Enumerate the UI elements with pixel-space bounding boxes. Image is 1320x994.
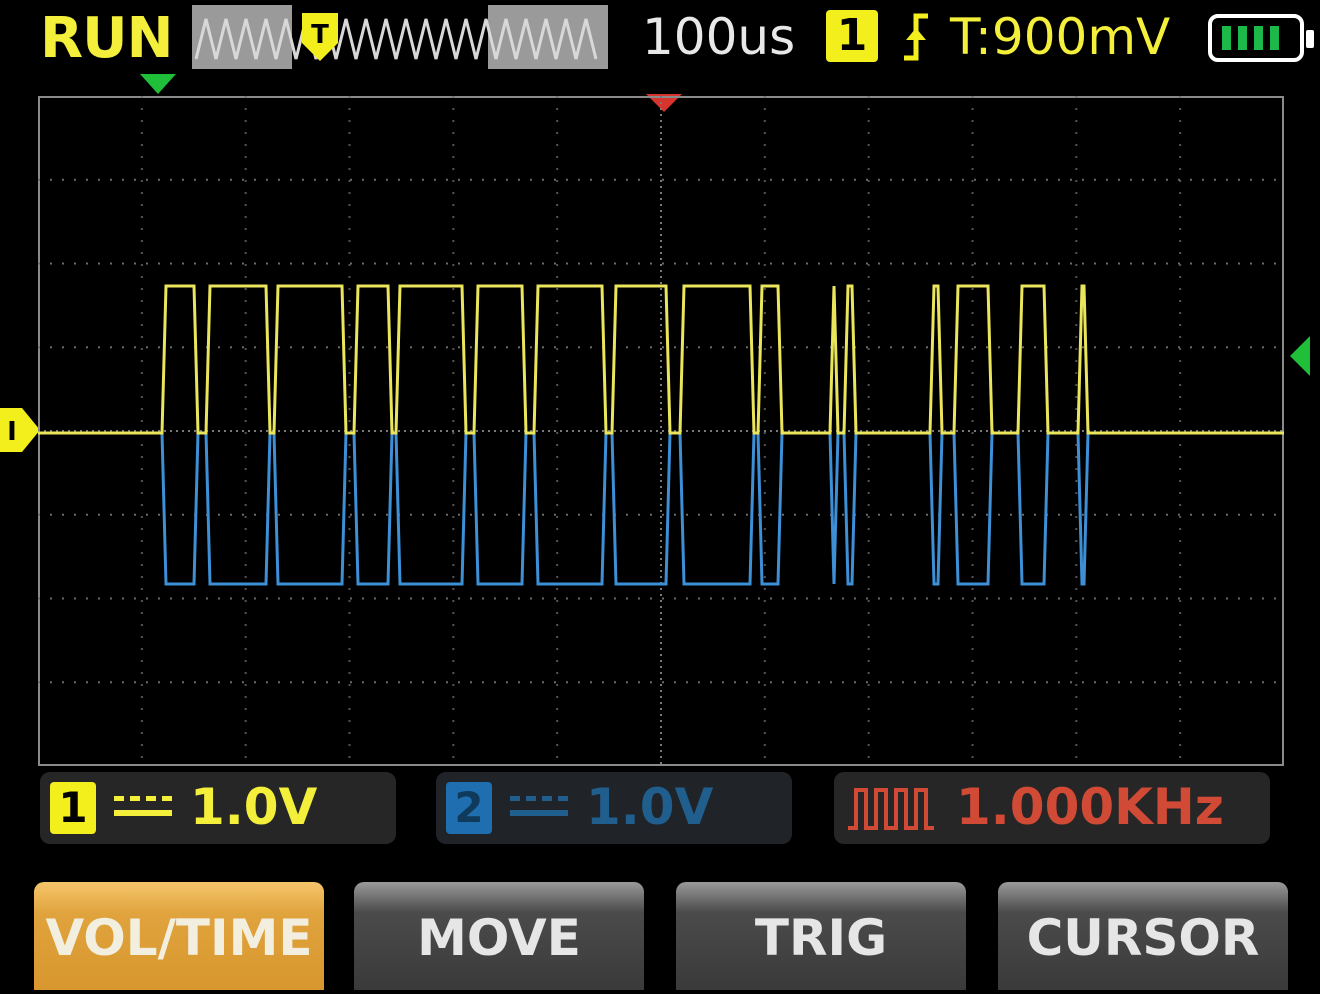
horizontal-position-marker[interactable] (140, 74, 176, 96)
frequency-value: 1.000KHz (956, 778, 1224, 836)
frequency-status[interactable]: 1.000KHz (834, 772, 1270, 844)
ch2-status[interactable]: 2 1.0V (436, 772, 792, 844)
square-wave-icon (848, 788, 934, 830)
ch1-status[interactable]: 1 1.0V (40, 772, 396, 844)
waveform-display[interactable] (38, 96, 1284, 766)
timebase[interactable]: 100us (642, 8, 795, 66)
vol-time-button[interactable]: VOL/TIME (34, 882, 324, 990)
trigger-level-marker[interactable] (1288, 336, 1314, 376)
memory-map-waveform: T (194, 5, 598, 69)
top-status-bar: RUN T 100us 1 T:900mV (0, 0, 1320, 80)
memory-map[interactable]: T (192, 5, 608, 69)
ch1-offset-marker[interactable]: I (0, 408, 40, 452)
ch1-scale: 1.0V (190, 778, 318, 836)
dc-coupling-icon (510, 796, 568, 816)
cursor-button[interactable]: CURSOR (998, 882, 1288, 990)
dc-coupling-icon (114, 796, 172, 816)
ch2-trace (38, 431, 1284, 586)
trigger-channel-badge[interactable]: 1 (826, 10, 878, 62)
ch1-trace (38, 284, 1284, 435)
move-button[interactable]: MOVE (354, 882, 644, 990)
trigger-position-label: T (311, 20, 329, 50)
ch2-scale: 1.0V (586, 778, 714, 836)
battery-icon (1208, 14, 1314, 62)
scope-grid (38, 96, 1284, 766)
trigger-level[interactable]: T:900mV (950, 8, 1170, 66)
rising-edge-icon[interactable] (896, 10, 936, 64)
ch1-badge: 1 (50, 782, 96, 834)
run-state[interactable]: RUN (40, 6, 173, 71)
ch2-badge: 2 (446, 782, 492, 834)
trig-button[interactable]: TRIG (676, 882, 966, 990)
svg-text:I: I (7, 417, 17, 447)
